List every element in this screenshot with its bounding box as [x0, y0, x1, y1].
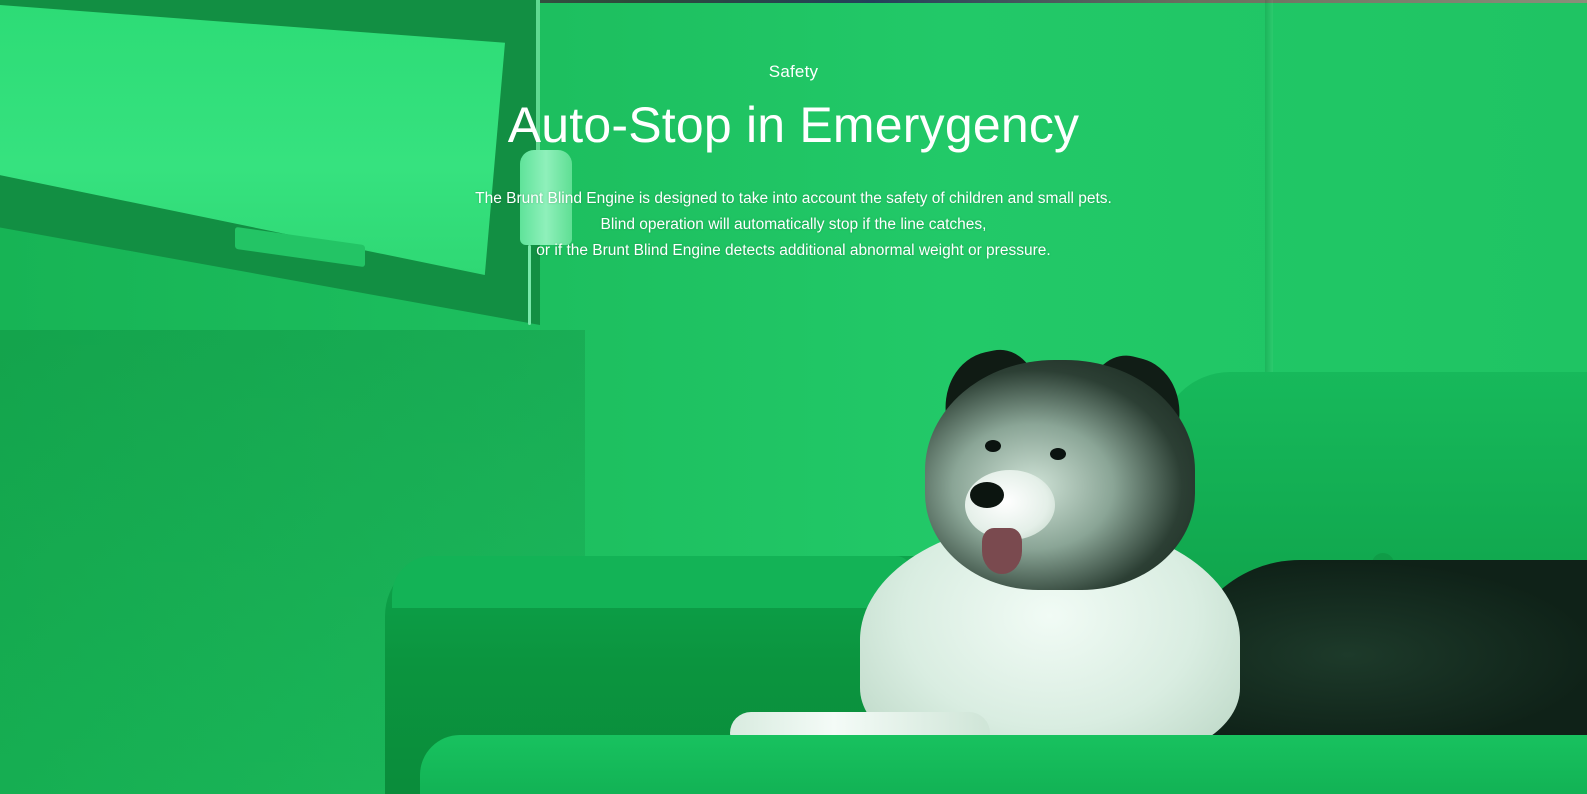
dog-mouth — [982, 528, 1022, 574]
dog-eye-right — [1050, 448, 1066, 460]
sofa-armrest-top — [392, 556, 912, 608]
dog-nose — [970, 482, 1004, 508]
section-headline: Auto-Stop in Emerygency — [507, 97, 1080, 153]
description-line: The Brunt Blind Engine is designed to ta… — [475, 190, 1112, 207]
dog-eye-left — [985, 440, 1001, 452]
dog-head — [925, 360, 1195, 590]
description-line: Blind operation will automatically stop … — [600, 216, 987, 233]
dog-body — [1180, 560, 1587, 750]
section-eyebrow: Safety — [768, 62, 819, 81]
safety-hero-section: Safety Auto-Stop in Emerygency The Brunt… — [0, 0, 1587, 794]
sofa-seat-cushion — [420, 735, 1587, 794]
section-description: The Brunt Blind Engine is designed to ta… — [0, 186, 1587, 264]
description-line: or if the Brunt Blind Engine detects add… — [536, 242, 1051, 259]
